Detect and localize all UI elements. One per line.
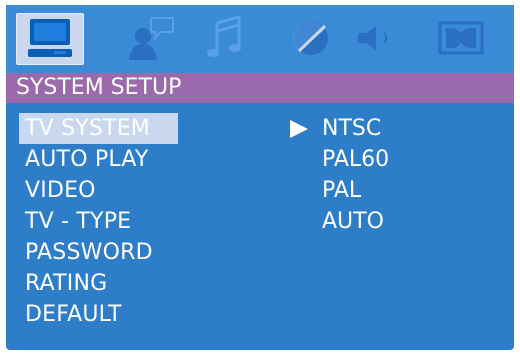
video-tab[interactable] [278, 13, 344, 63]
category-icon-bar [6, 5, 514, 73]
audio-tab[interactable] [192, 13, 258, 63]
menu-item-label: AUTO PLAY [25, 147, 149, 172]
option-ntsc[interactable]: NTSC [284, 113, 484, 144]
play-arrow-icon [284, 113, 314, 144]
dolby-icon [438, 21, 484, 55]
system-icon [28, 19, 72, 57]
option-pal[interactable]: PAL [284, 175, 484, 206]
speaker-tab[interactable] [344, 13, 410, 63]
dolby-tab[interactable] [428, 13, 494, 63]
menu-item-tv-type[interactable]: TV - TYPE [19, 206, 219, 237]
speaker-icon [358, 26, 387, 50]
option-auto[interactable]: AUTO [284, 206, 484, 237]
menu-item-password[interactable]: PASSWORD [19, 237, 219, 268]
setup-menu: TV SYSTEM AUTO PLAY VIDEO TV - TYPE PASS… [19, 113, 219, 330]
menu-item-rating[interactable]: RATING [19, 268, 219, 299]
tv-system-options: NTSC PAL60 PAL AUTO [284, 113, 484, 237]
language-icon [129, 17, 174, 60]
system-tab[interactable] [16, 13, 84, 65]
menu-item-tv-system[interactable]: TV SYSTEM [19, 113, 178, 144]
option-pal60[interactable]: PAL60 [284, 144, 484, 175]
menu-item-video[interactable]: VIDEO [19, 175, 219, 206]
menu-item-auto-play[interactable]: AUTO PLAY [19, 144, 219, 175]
menu-item-label: TV SYSTEM [25, 116, 150, 141]
page-title: SYSTEM SETUP [16, 75, 182, 100]
menu-item-label: DEFAULT [25, 302, 122, 327]
menu-item-label: RATING [25, 271, 108, 296]
option-label: AUTO [322, 209, 384, 234]
option-label: PAL [322, 178, 362, 203]
audio-icon [207, 15, 241, 57]
language-tab[interactable] [118, 13, 184, 63]
menu-item-label: TV - TYPE [25, 209, 132, 234]
option-label: PAL60 [322, 147, 390, 172]
menu-item-default[interactable]: DEFAULT [19, 299, 219, 330]
menu-item-label: PASSWORD [25, 240, 153, 265]
video-icon [292, 20, 328, 55]
option-label: NTSC [322, 116, 382, 141]
setup-screen: SYSTEM SETUP TV SYSTEM AUTO PLAY VIDEO T… [6, 5, 514, 350]
page-title-bar: SYSTEM SETUP [6, 73, 514, 103]
menu-item-label: VIDEO [25, 178, 96, 203]
